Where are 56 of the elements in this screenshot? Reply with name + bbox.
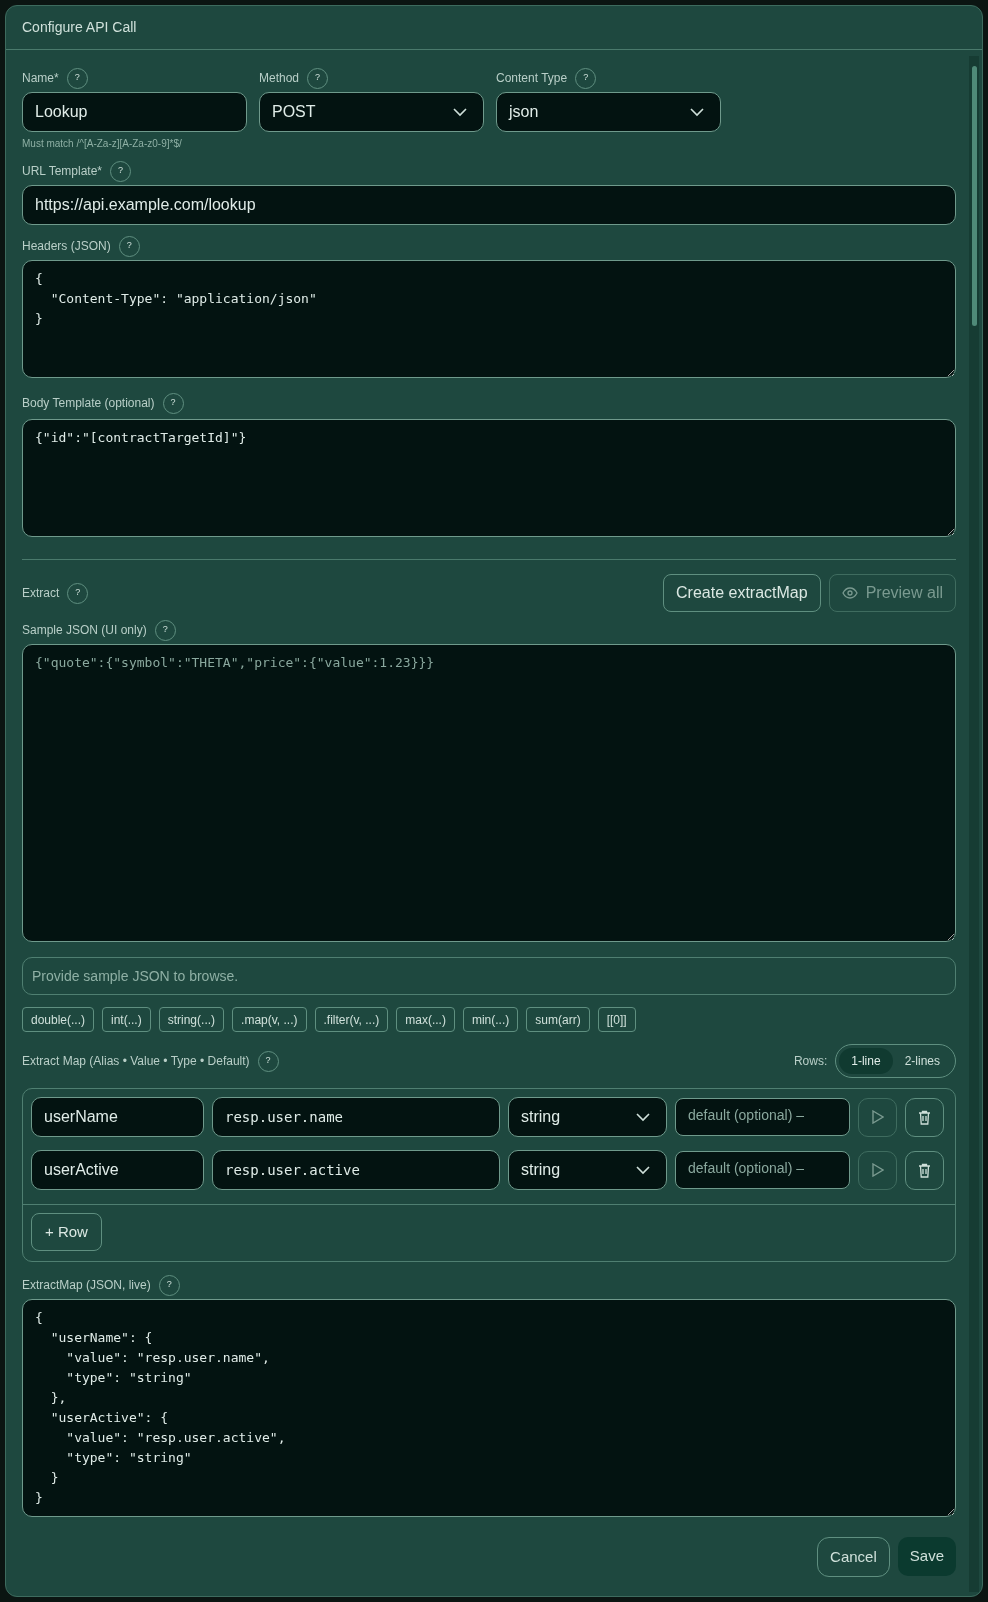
select-field[interactable]: json xyxy=(496,92,721,132)
snippet-chip[interactable]: sum(arr) xyxy=(526,1007,590,1032)
dialog-title: Configure API Call xyxy=(22,18,137,37)
field-label: Extract Map (Alias • Value • Type • Default) xyxy=(22,1053,250,1070)
default-field[interactable]: default (optional) – xyxy=(675,1151,850,1189)
alias-field[interactable]: userActive xyxy=(31,1150,204,1190)
snippet-chip[interactable]: int(...) xyxy=(102,1007,151,1032)
field-label: URL Template* xyxy=(22,163,103,180)
default-field[interactable]: default (optional) – xyxy=(675,1098,850,1136)
field-label: Sample JSON (UI only) xyxy=(22,622,147,639)
chevron-down-icon xyxy=(690,107,704,117)
row-mode-option[interactable]: 2-lines xyxy=(892,1048,952,1074)
add-row-button[interactable]: + Row xyxy=(31,1213,102,1251)
snippet-chip[interactable]: .filter(v, ...) xyxy=(314,1007,389,1032)
snippet-chip[interactable]: .map(v, ...) xyxy=(232,1007,307,1032)
snippet-chip[interactable]: [[0]] xyxy=(597,1007,636,1032)
select-field[interactable]: string xyxy=(508,1150,667,1190)
play-icon xyxy=(871,1110,884,1124)
sample-json-field[interactable]: {"quote":{"symbol":"THETA","price":{"value":1.23}}} xyxy=(22,644,956,942)
create-extractmap-button[interactable]: Create extractMap xyxy=(663,574,821,612)
delete-button[interactable] xyxy=(905,1097,944,1137)
select-field[interactable]: POST xyxy=(259,92,484,132)
field-label: Method xyxy=(259,70,300,87)
empty-state-text: Provide sample JSON to browse. xyxy=(32,966,239,986)
url-field[interactable]: https://api.example.com/lookup xyxy=(22,185,956,225)
body-field[interactable]: {"id":"[contractTargetId]"} xyxy=(22,419,956,537)
alias-field[interactable]: userName xyxy=(31,1097,204,1137)
field-label: ExtractMap (JSON, live) xyxy=(22,1277,151,1294)
select-field[interactable]: string xyxy=(508,1097,667,1137)
eye-icon xyxy=(841,587,858,599)
hint-text: Must match /^[A-Za-z][A-Za-z0-9]*$/ xyxy=(22,137,183,151)
field-label: Extract xyxy=(22,585,60,602)
cancel-button[interactable]: Cancel xyxy=(817,1537,890,1577)
extractmap-json-field[interactable]: { "userName": { "value": "resp.user.name", "type": "string" }, "userActive": { "value": "resp.user.active", "type": "string" } } xyxy=(22,1299,956,1517)
save-button[interactable]: Save xyxy=(897,1537,956,1576)
field-label: Content Type xyxy=(496,70,568,87)
chevron-down-icon xyxy=(636,1165,650,1175)
trash-icon xyxy=(918,1162,931,1178)
value-field[interactable]: resp.user.name xyxy=(212,1097,500,1137)
rows-label: Rows: xyxy=(793,1053,828,1070)
name-field[interactable]: Lookup xyxy=(22,92,247,132)
snippet-chip[interactable]: max(...) xyxy=(396,1007,455,1032)
delete-button[interactable] xyxy=(905,1150,944,1190)
headers-field[interactable]: { "Content-Type": "application/json" } xyxy=(22,260,956,378)
snippet-chip[interactable]: string(...) xyxy=(158,1007,225,1032)
trash-icon xyxy=(918,1109,931,1125)
field-label: Body Template (optional) xyxy=(22,395,155,412)
field-label: Name* xyxy=(22,70,59,87)
play-icon xyxy=(871,1163,884,1177)
chevron-down-icon xyxy=(453,107,467,117)
snippet-chip[interactable]: min(...) xyxy=(462,1007,519,1032)
field-label: Headers (JSON) xyxy=(22,238,111,255)
chevron-down-icon xyxy=(636,1112,650,1122)
row-mode-option[interactable]: 1-line xyxy=(839,1048,893,1074)
snippet-chip[interactable]: double(...) xyxy=(22,1007,95,1032)
value-field[interactable]: resp.user.active xyxy=(212,1150,500,1190)
